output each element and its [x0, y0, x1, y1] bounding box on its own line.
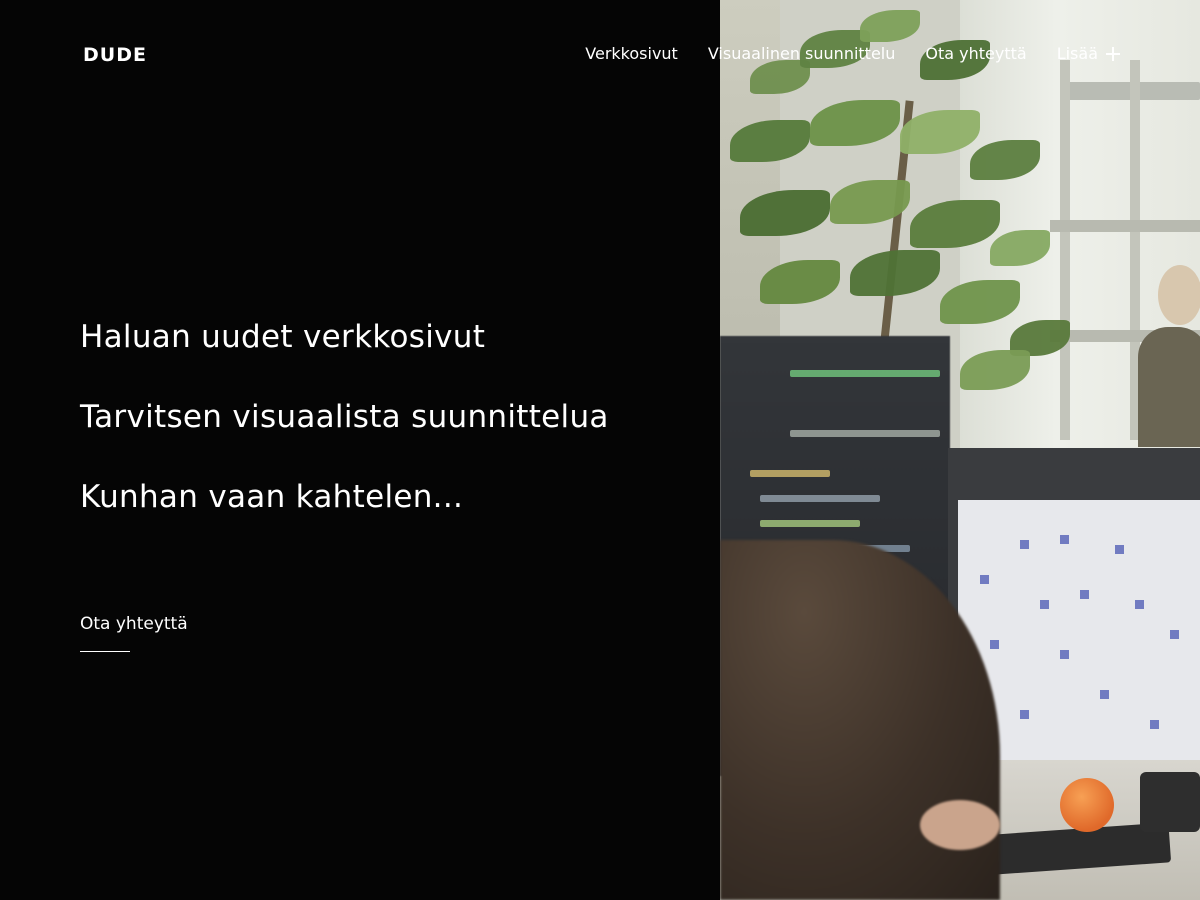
dude-logo[interactable]: DUDE — [83, 44, 147, 66]
plus-icon — [1106, 46, 1120, 61]
contact-link[interactable]: Ota yhteyttä — [80, 614, 188, 634]
option-new-website[interactable]: Haluan uudet verkkosivut — [80, 318, 609, 356]
person-background — [1132, 265, 1200, 447]
orange-fruit — [1060, 778, 1114, 832]
nav-item-ota-yhteytta[interactable]: Ota yhteyttä — [925, 44, 1026, 63]
option-just-browsing[interactable]: Kunhan vaan kahtelen... — [80, 478, 609, 516]
main-nav: Verkkosivut Visuaalinen suunnittelu Ota … — [585, 44, 1120, 63]
hero-options: Haluan uudet verkkosivut Tarvitsen visua… — [80, 318, 609, 558]
contact-link-underline — [80, 651, 130, 652]
nav-item-visuaalinen-suunnittelu[interactable]: Visuaalinen suunnittelu — [708, 44, 896, 63]
nav-item-lisaa[interactable]: Lisää — [1057, 44, 1120, 63]
option-visual-design[interactable]: Tarvitsen visuaalista suunnittelua — [80, 398, 609, 436]
office-photo — [720, 0, 1200, 900]
landing-page: DUDE Verkkosivut Visuaalinen suunnittelu… — [0, 0, 1200, 900]
nav-item-lisaa-label: Lisää — [1056, 44, 1098, 63]
nav-item-verkkosivut[interactable]: Verkkosivut — [585, 44, 678, 63]
